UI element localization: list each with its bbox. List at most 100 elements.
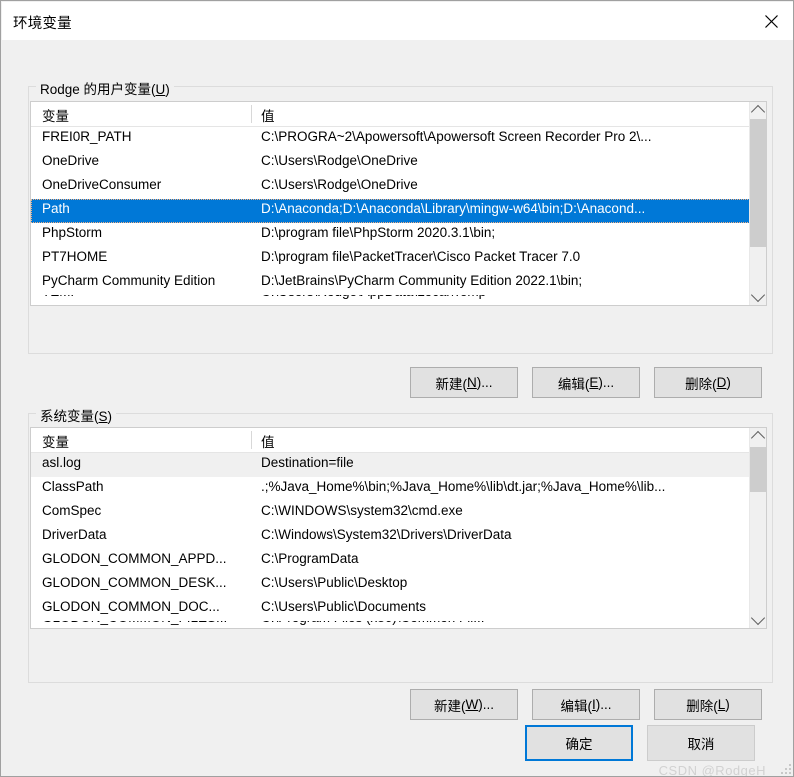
dialog-client-area: Rodge 的用户变量(U) 变量 值 FREI0R_PATH C:\PROGRA… (2, 40, 793, 777)
variable-name-cell: asl.log (42, 455, 82, 470)
system-list-scrollbar[interactable] (749, 428, 766, 628)
user-list-scrollbar[interactable] (749, 102, 766, 305)
user-group-label-suffix: ) (165, 82, 170, 97)
table-row[interactable]: GLODON_COMMON_APPD... C:\ProgramData (31, 549, 766, 573)
system-new-label-suffix: )... (478, 697, 494, 712)
variable-value-cell: C:\WINDOWS\system32\cmd.exe (261, 503, 463, 518)
system-variables-list[interactable]: 变量 值 asl.log Destination=file ClassPath.;%… (30, 427, 767, 629)
system-new-button[interactable]: 新建(W)... (410, 689, 518, 720)
system-new-label-accel: W (465, 697, 479, 712)
variable-value-cell: D:\Anaconda;D:\Anaconda\Library\mingw-w6… (261, 201, 646, 216)
scroll-up-icon[interactable] (750, 102, 766, 120)
variable-value-cell: C:\PROGRA~2\Apowersoft\Apowersoft Screen… (261, 129, 652, 144)
variable-value-cell: D:\program file\PhpStorm 2020.3.1\bin; (261, 225, 496, 240)
user-new-label-suffix: )... (476, 375, 493, 390)
scroll-down-icon[interactable] (750, 287, 766, 305)
variable-value-cell: C:\Users\Rodge\OneDrive (261, 177, 418, 192)
user-edit-label-prefix: 编辑( (557, 376, 590, 392)
system-delete-label-suffix: ) (725, 697, 730, 712)
user-delete-label-accel: D (716, 375, 727, 390)
user-new-label-accel: N (467, 375, 477, 390)
user-group-label-accel: U (155, 82, 166, 97)
table-row[interactable]: asl.log Destination=file (31, 453, 766, 477)
user-group-label-prefix: Rodge 的用户变量( (40, 82, 156, 97)
environment-variables-dialog: 环境变量 Rodge 的用户变量(U) 变量 值 FREI0R_PATH C:\P… (0, 0, 794, 777)
variable-name-cell: TEMP (42, 295, 248, 299)
user-col-header-value[interactable]: 值 (261, 105, 275, 125)
variable-name-cell: DriverData (42, 527, 107, 542)
user-edit-label-suffix: )... (598, 375, 615, 390)
variable-name-cell: OneDrive (42, 153, 100, 168)
user-list-header: 变量 值 (31, 102, 766, 127)
csdn-watermark: CSDN @RodgeH (658, 763, 766, 777)
system-edit-button[interactable]: 编辑(I)... (532, 689, 640, 720)
user-variables-list[interactable]: 变量 值 FREI0R_PATH C:\PROGRA~2\Apowersoft\A… (30, 101, 767, 306)
user-col-divider[interactable] (251, 105, 252, 123)
cancel-button[interactable]: 取消 (647, 725, 755, 761)
system-delete-button[interactable]: 删除(L) (654, 689, 762, 720)
user-delete-label-suffix: ) (726, 375, 731, 390)
table-row[interactable]: DriverData C:\Windows\System32\Drivers\Dr… (31, 525, 766, 549)
ok-button-label: 确定 (565, 737, 593, 752)
system-list-header: 变量 值 (31, 428, 766, 453)
variable-value-cell: C:\Windows\System32\Drivers\DriverData (261, 527, 512, 542)
user-delete-label-prefix: 删除( (685, 376, 717, 392)
variable-value-cell: C:\Users\Rodge\OneDrive (261, 153, 418, 168)
close-icon[interactable] (748, 2, 793, 40)
ok-button[interactable]: 确定 (525, 725, 633, 761)
resize-grip[interactable] (779, 762, 791, 774)
sys-group-label-prefix: 系统变量( (40, 409, 99, 424)
system-col-header-name[interactable]: 变量 (42, 431, 69, 451)
user-col-header-name[interactable]: 变量 (42, 105, 69, 125)
system-delete-label-accel: L (717, 697, 726, 712)
table-row[interactable]: ClassPath .;%Java_Home%\bin;%Java_Home%\l… (31, 477, 766, 501)
variable-name-cell: PyCharm Community Edition (42, 273, 216, 288)
variable-name-cell: FREI0R_PATH (42, 129, 132, 144)
table-row[interactable]: Path D:\Anaconda;D:\Anaconda\Library\ming… (31, 199, 766, 223)
table-row[interactable]: PhpStorm D:\program file\PhpStorm 2020.3.… (31, 223, 766, 247)
system-new-label-prefix: 新建( (434, 698, 466, 714)
variable-name-cell: ClassPath (42, 479, 104, 494)
user-delete-button[interactable]: 删除(D) (654, 367, 762, 398)
user-variables-group-label: Rodge 的用户变量(U) (36, 78, 174, 98)
table-row[interactable]: GLODON_COMMON_FILES... C:\Program Files (… (31, 621, 766, 628)
sys-group-label-accel: S (98, 409, 108, 424)
system-scroll-thumb[interactable] (750, 447, 766, 492)
user-edit-label-accel: E (589, 375, 599, 390)
system-col-header-value[interactable]: 值 (261, 431, 275, 451)
title-bar: 环境变量 (2, 2, 793, 40)
user-new-button[interactable]: 新建(N)... (410, 367, 518, 398)
table-row[interactable]: GLODON_COMMON_DESK... C:\Users\Public\Des… (31, 573, 766, 597)
user-edit-button[interactable]: 编辑(E)... (532, 367, 640, 398)
table-row[interactable]: OneDrive C:\Users\Rodge\OneDrive (31, 151, 766, 175)
table-row[interactable]: TEMP C:\Users\Rodge\AppData\Local\Temp (31, 295, 766, 305)
variable-name-cell: Path (42, 201, 70, 216)
variable-value-cell: C:\Program Files (x86)\Common Fil... (261, 621, 736, 625)
user-scroll-thumb[interactable] (750, 119, 766, 247)
variable-name-cell: GLODON_COMMON_FILES... (42, 621, 248, 625)
system-variables-group-label: 系统变量(S) (36, 405, 117, 425)
variable-value-cell: D:\JetBrains\PyCharm Community Edition 2… (261, 273, 583, 288)
variable-name-cell: PT7HOME (42, 249, 108, 264)
table-row[interactable]: GLODON_COMMON_DOC... C:\Users\Public\Docu… (31, 597, 766, 621)
scroll-up-icon[interactable] (750, 428, 766, 446)
table-row[interactable]: PT7HOME D:\program file\PacketTracer\Cisc… (31, 247, 766, 271)
user-list-body: FREI0R_PATH C:\PROGRA~2\Apowersoft\Apower… (31, 127, 766, 305)
cancel-button-label: 取消 (687, 737, 715, 752)
variable-value-cell: C:\Users\Rodge\AppData\Local\Temp (261, 295, 736, 299)
system-edit-label-suffix: )... (595, 697, 612, 712)
table-row[interactable]: PyCharm Community Edition D:\JetBrains\Py… (31, 271, 766, 295)
table-row[interactable]: FREI0R_PATH C:\PROGRA~2\Apowersoft\Apower… (31, 127, 766, 151)
variable-name-cell: GLODON_COMMON_DOC... (42, 599, 220, 614)
user-new-label-prefix: 新建( (435, 376, 468, 392)
variable-value-cell: C:\Users\Public\Desktop (261, 575, 408, 590)
variable-name-cell: PhpStorm (42, 225, 103, 240)
variable-name-cell: GLODON_COMMON_APPD... (42, 551, 227, 566)
variable-name-cell: ComSpec (42, 503, 102, 518)
table-row[interactable]: ComSpec C:\WINDOWS\system32\cmd.exe (31, 501, 766, 525)
table-row[interactable]: OneDriveConsumer C:\Users\Rodge\OneDrive (31, 175, 766, 199)
system-delete-label-prefix: 删除( (686, 698, 718, 714)
variable-name-cell: OneDriveConsumer (42, 177, 162, 192)
system-col-divider[interactable] (251, 431, 252, 449)
scroll-down-icon[interactable] (750, 610, 766, 628)
